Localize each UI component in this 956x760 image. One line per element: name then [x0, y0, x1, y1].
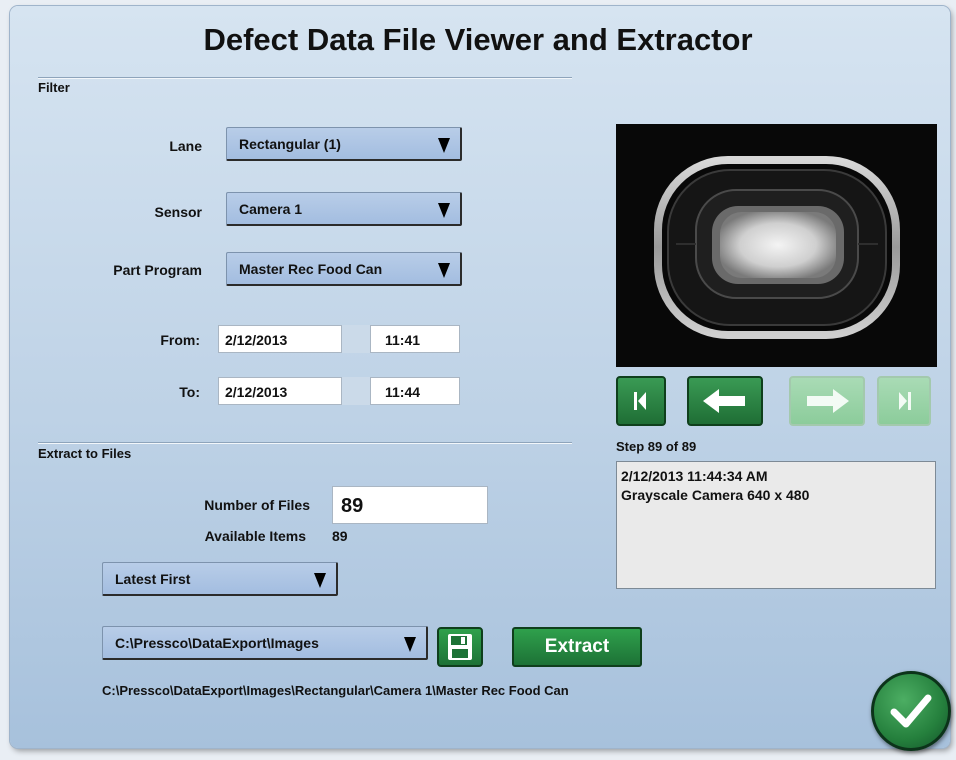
skip-last-icon	[899, 392, 911, 410]
to-separator	[342, 377, 370, 405]
can-image	[616, 124, 937, 367]
page-title: Defect Data File Viewer and Extractor	[203, 22, 753, 57]
extract-divider	[38, 442, 572, 443]
filter-divider	[38, 77, 572, 78]
save-button[interactable]	[437, 627, 483, 667]
to-time-value: 11:44	[385, 384, 421, 400]
part-program-label: Part Program	[113, 262, 202, 278]
number-of-files-label: Number of Files	[204, 497, 310, 513]
arrow-left-icon	[703, 389, 745, 413]
number-of-files-input[interactable]: 89	[332, 486, 488, 524]
to-time-input[interactable]: 11:44	[370, 377, 460, 405]
ok-button[interactable]	[871, 671, 951, 751]
chevron-down-icon	[314, 573, 326, 588]
from-time-value: 11:41	[385, 332, 421, 348]
camera-image	[616, 124, 937, 367]
arrow-right-icon	[807, 389, 849, 413]
checkmark-icon	[890, 694, 932, 728]
sensor-dropdown[interactable]: Camera 1	[226, 192, 462, 226]
from-label: From:	[160, 332, 200, 348]
chevron-down-icon	[404, 637, 416, 652]
extract-section-label: Extract to Files	[38, 446, 132, 461]
lane-value: Rectangular (1)	[239, 136, 341, 152]
lane-label: Lane	[169, 138, 202, 154]
from-separator	[342, 325, 370, 353]
first-step-button[interactable]	[616, 376, 666, 426]
filter-section-label: Filter	[38, 80, 70, 95]
info-timestamp: 2/12/2013 11:44:34 AM	[621, 468, 768, 484]
info-camera: Grayscale Camera 640 x 480	[621, 487, 810, 503]
available-items-value: 89	[332, 528, 348, 544]
number-of-files-value: 89	[341, 495, 364, 517]
folder-value: C:\Pressco\DataExport\Images	[115, 635, 319, 651]
chevron-down-icon	[438, 263, 450, 278]
full-path-text: C:\Pressco\DataExport\Images\Rectangular…	[102, 683, 569, 698]
skip-first-icon	[634, 392, 646, 410]
to-date-value: 2/12/2013	[225, 384, 288, 400]
floppy-disk-icon	[448, 634, 472, 660]
next-step-button[interactable]	[789, 376, 865, 426]
image-info-box: 2/12/2013 11:44:34 AM Grayscale Camera 6…	[616, 461, 936, 589]
folder-dropdown[interactable]: C:\Pressco\DataExport\Images	[102, 626, 428, 660]
order-dropdown[interactable]: Latest First	[102, 562, 338, 596]
step-indicator: Step 89 of 89	[616, 439, 697, 454]
part-program-dropdown[interactable]: Master Rec Food Can	[226, 252, 462, 286]
to-date-input[interactable]: 2/12/2013	[218, 377, 342, 405]
chevron-down-icon	[438, 203, 450, 218]
to-label: To:	[179, 384, 200, 400]
last-step-button[interactable]	[877, 376, 931, 426]
chevron-down-icon	[438, 138, 450, 153]
sensor-label: Sensor	[154, 204, 202, 220]
from-date-value: 2/12/2013	[225, 332, 288, 348]
available-items-label: Available Items	[204, 528, 306, 544]
lane-dropdown[interactable]: Rectangular (1)	[226, 127, 462, 161]
sensor-value: Camera 1	[239, 201, 303, 217]
extract-button[interactable]: Extract	[512, 627, 642, 667]
order-value: Latest First	[115, 571, 191, 587]
from-time-input[interactable]: 11:41	[370, 325, 460, 353]
from-date-input[interactable]: 2/12/2013	[218, 325, 342, 353]
part-program-value: Master Rec Food Can	[239, 261, 383, 277]
previous-step-button[interactable]	[687, 376, 763, 426]
